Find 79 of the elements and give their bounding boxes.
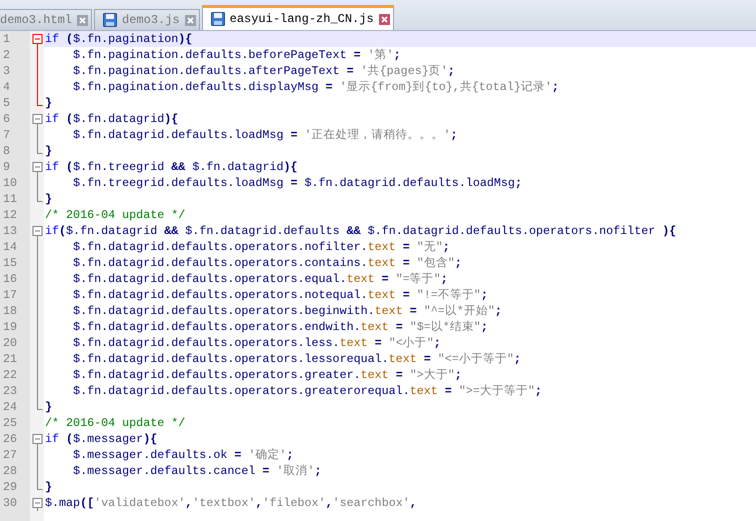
code-line: if ($.fn.treegrid && $.fn.datagrid){ (45, 160, 298, 174)
fold-toggle-icon[interactable] (32, 223, 42, 239)
line-number: 1 (3, 32, 10, 46)
line-number: 21 (3, 352, 18, 366)
line-number: 16 (3, 272, 18, 286)
line-number: 10 (3, 176, 18, 190)
close-icon[interactable] (77, 14, 88, 26)
line-number: 8 (3, 144, 10, 158)
code-line: $.fn.pagination.defaults.displayMsg = '显示{from}到{to},共{total}记录'; (72, 80, 559, 94)
code-line: if ($.fn.datagrid){ (45, 112, 178, 126)
code-line: $.fn.datagrid.defaults.operators.notequal.text = "!=不等于"; (72, 288, 488, 302)
code-line: $.fn.datagrid.defaults.operators.nofilter.text = "无"; (72, 240, 450, 254)
fold-toggle-icon[interactable] (32, 495, 42, 511)
code-line: $.fn.datagrid.defaults.loadMsg = '正在处理，请稍待。。。'; (72, 128, 458, 142)
fold-toggle-icon[interactable] (32, 31, 42, 47)
line-number: 25 (3, 416, 18, 430)
code-line: } (45, 144, 52, 158)
fold-line (36, 175, 38, 191)
code-line: if ($.fn.pagination){ (45, 32, 192, 46)
fold-toggle-icon[interactable] (32, 111, 42, 127)
line-number: 18 (3, 304, 18, 318)
line-number: 17 (3, 288, 18, 302)
line-number: 3 (3, 64, 10, 78)
line-number: 22 (3, 368, 18, 382)
code-line: /* 2016-04 update */ (45, 208, 186, 222)
fold-toggle-icon[interactable] (32, 431, 42, 447)
line-number: 27 (3, 448, 18, 462)
code-line: $.messager.defaults.cancel = '取消'; (72, 464, 322, 478)
code-line: if ($.messager){ (45, 432, 158, 446)
code-line: $.fn.datagrid.defaults.operators.greaterorequal.text = ">=大于等于"; (72, 384, 542, 398)
code-line: if($.fn.datagrid && $.fn.datagrid.defaults && $.fn.datagrid.defaults.operators.nofilter ){ (45, 224, 676, 238)
line-number: 5 (3, 96, 10, 110)
code-line: $.fn.datagrid.defaults.operators.contains.text = "包含"; (72, 256, 462, 270)
line-number: 28 (3, 464, 18, 478)
fold-toggle-icon[interactable] (32, 159, 42, 175)
code-line: $.fn.datagrid.defaults.operators.lessorequal.text = "<=小于等于"; (72, 352, 521, 366)
fold-end-line (36, 143, 42, 154)
close-icon[interactable] (378, 14, 390, 24)
line-number: 14 (3, 240, 18, 254)
code-line: $.map(['validatebox','textbox','filebox','searchbox', (45, 496, 417, 510)
code-line: } (45, 192, 52, 206)
code-line: $.messager.defaults.ok = '确定'; (72, 448, 294, 462)
line-number: 19 (3, 320, 18, 334)
line-number: 12 (3, 208, 18, 222)
line-number: 7 (3, 128, 10, 142)
code-line: $.fn.datagrid.defaults.operators.beginwith.text = "^=以*开始"; (72, 304, 502, 318)
code-line: $.fn.datagrid.defaults.operators.endwith.text = "$=以*结束"; (72, 320, 488, 334)
line-number: 23 (3, 384, 18, 398)
line-number: 4 (3, 80, 10, 94)
fold-end-line (36, 191, 42, 202)
code-line: } (45, 480, 52, 494)
fold-end-line (36, 479, 42, 490)
code-line: $.fn.datagrid.defaults.operators.less.text = "<小于"; (72, 336, 441, 350)
code-line: $.fn.pagination.defaults.afterPageText = '共{pages}页'; (72, 64, 455, 78)
fold-line (36, 127, 38, 143)
line-number: 26 (3, 432, 18, 446)
line-number: 6 (3, 112, 10, 126)
code-line: } (45, 400, 52, 414)
line-number: 20 (3, 336, 18, 350)
line-number: 15 (3, 256, 18, 270)
code-line: $.fn.datagrid.defaults.operators.equal.text = "=等于"; (72, 272, 448, 286)
fold-end-line (36, 95, 42, 106)
code-line: $.fn.pagination.defaults.beforePageText = '第'; (72, 48, 401, 62)
fold-end-line (36, 399, 42, 410)
line-number: 9 (3, 160, 10, 174)
code-line: $.fn.treegrid.defaults.loadMsg = $.fn.datagrid.defaults.loadMsg; (72, 176, 522, 190)
line-number: 29 (3, 480, 18, 494)
editor-tab[interactable]: demo3.html (0, 9, 92, 30)
editor-tab[interactable]: demo3.js (94, 9, 200, 30)
code-line: $.fn.datagrid.defaults.operators.greater.text = ">大于"; (72, 368, 462, 382)
line-number: 24 (3, 400, 18, 414)
line-number: 2 (3, 48, 10, 62)
code-line: /* 2016-04 update */ (45, 416, 186, 430)
line-number: 13 (3, 224, 18, 238)
editor-tab[interactable]: easyui-lang-zh_CN.js (202, 5, 394, 30)
close-icon[interactable] (184, 14, 196, 26)
line-number: 11 (3, 192, 18, 206)
line-number: 30 (3, 496, 18, 510)
code-line: } (45, 96, 52, 110)
